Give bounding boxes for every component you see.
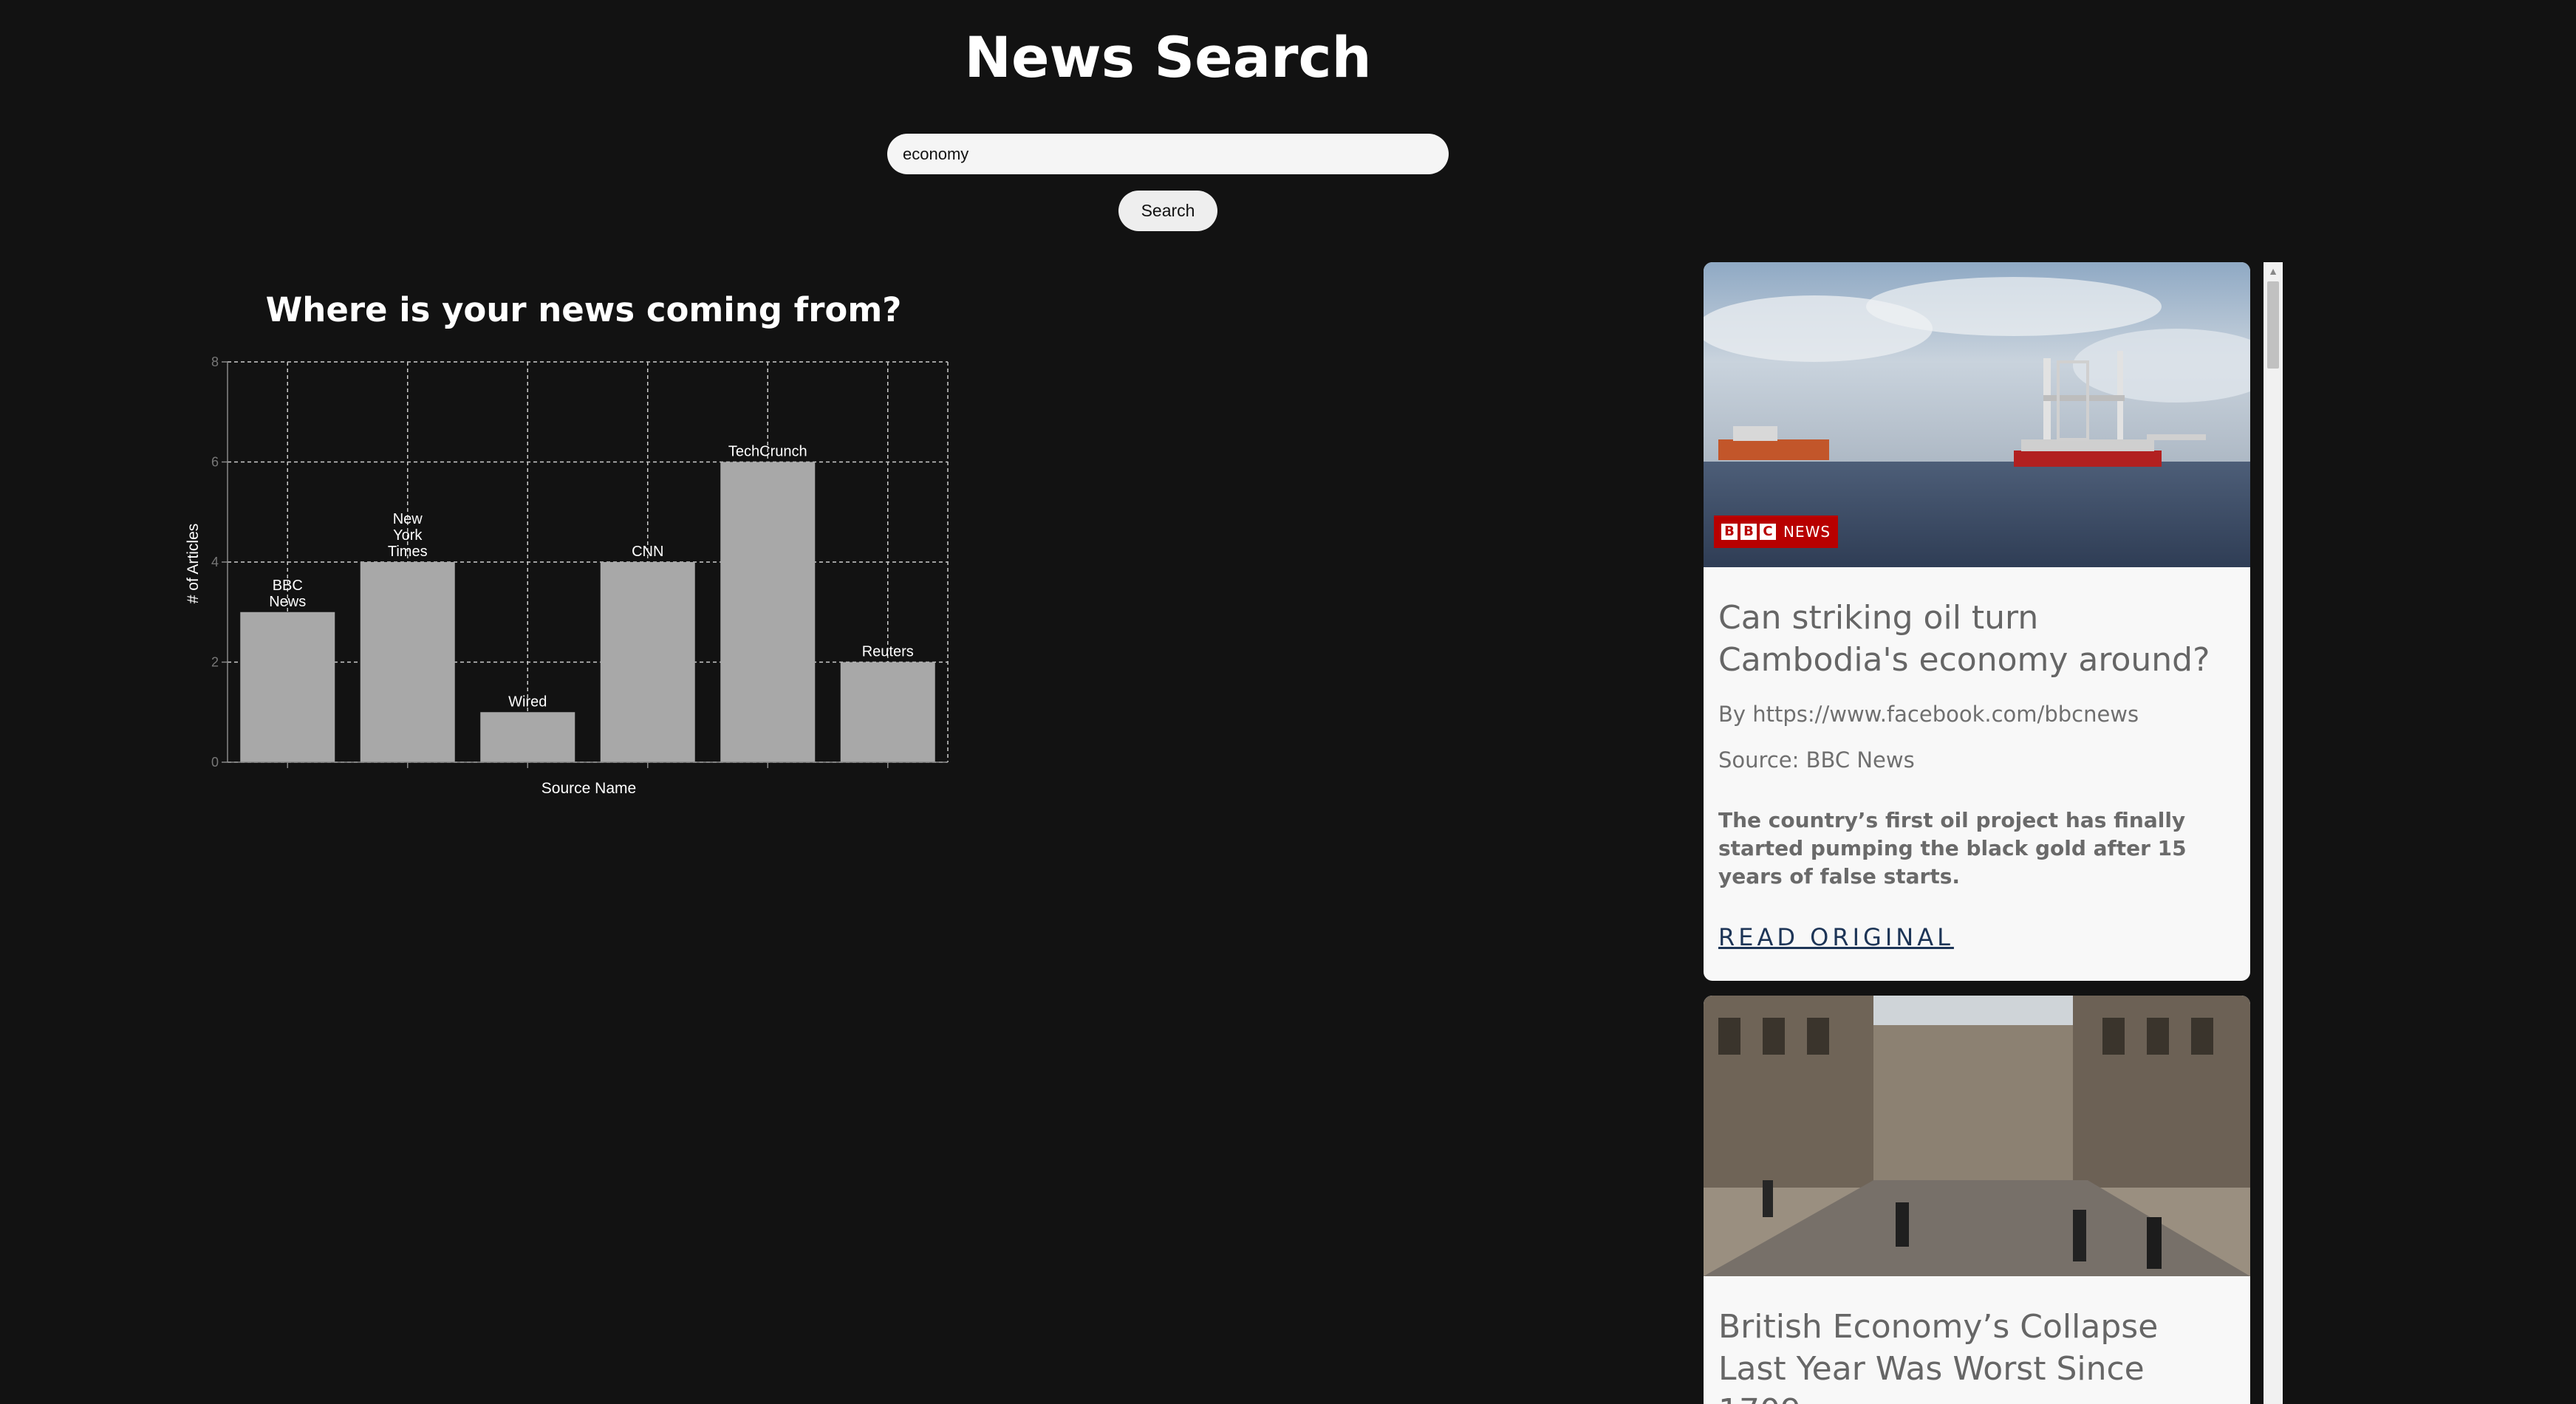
x-axis-label: Source Name	[541, 780, 636, 797]
chart-bar	[840, 662, 935, 762]
y-tick-label: 8	[211, 355, 219, 369]
y-axis-label: # of Articles	[185, 524, 202, 604]
results-feed[interactable]: B B C NEWS Can striking oil turn Cambodi…	[1704, 262, 2250, 1404]
chart-title: Where is your news coming from?	[265, 290, 902, 329]
article-author: By https://www.facebook.com/bbcnews	[1718, 702, 2139, 727]
article-source: Source: BBC News	[1718, 747, 1915, 773]
chart-bar	[360, 562, 455, 762]
bar-chart: BBC News New York Times Wired CNN TechCrunch Reu…	[185, 355, 949, 797]
chart-grid	[228, 361, 949, 763]
y-tick-label: 6	[211, 455, 219, 470]
chart-bar	[600, 562, 695, 762]
city-street-photo	[1704, 996, 2250, 1276]
search-input[interactable]	[887, 134, 1449, 174]
bar-label: New York Times	[388, 511, 428, 560]
y-tick-label: 4	[211, 555, 219, 569]
chart-bar	[240, 612, 335, 762]
chart-bar	[480, 712, 575, 762]
bar-label: Reuters	[862, 644, 914, 660]
bar-label: BBC News	[269, 578, 306, 610]
scroll-thumb[interactable]	[2267, 281, 2279, 369]
bar-label: TechCrunch	[728, 444, 807, 460]
chart-bars	[240, 462, 935, 762]
read-original-link[interactable]: READ ORIGINAL	[1718, 923, 1954, 951]
bbc-news-logo: B B C NEWS	[1714, 516, 1839, 548]
search-button[interactable]: Search	[1118, 191, 1217, 231]
y-tick-label: 2	[211, 655, 219, 670]
results-scrollbar[interactable]: ▲	[2264, 262, 2283, 1404]
scroll-up-arrow-icon[interactable]: ▲	[2264, 262, 2283, 280]
bar-label: CNN	[632, 544, 663, 560]
page-title: News Search	[964, 24, 1372, 90]
article-card: British Economy’s Collapse Last Year Was…	[1704, 996, 2250, 1404]
article-image	[1704, 996, 2250, 1276]
article-card: B B C NEWS Can striking oil turn Cambodi…	[1704, 262, 2250, 981]
article-title: British Economy’s Collapse Last Year Was…	[1718, 1308, 2159, 1404]
article-image: B B C NEWS	[1704, 262, 2250, 567]
article-title: Can striking oil turn Cambodia's economy…	[1718, 599, 2210, 679]
y-tick-label: 0	[211, 755, 219, 770]
bar-label: Wired	[508, 694, 547, 710]
chart-bar	[720, 462, 816, 762]
article-description: The country’s first oil project has fina…	[1718, 808, 2187, 888]
